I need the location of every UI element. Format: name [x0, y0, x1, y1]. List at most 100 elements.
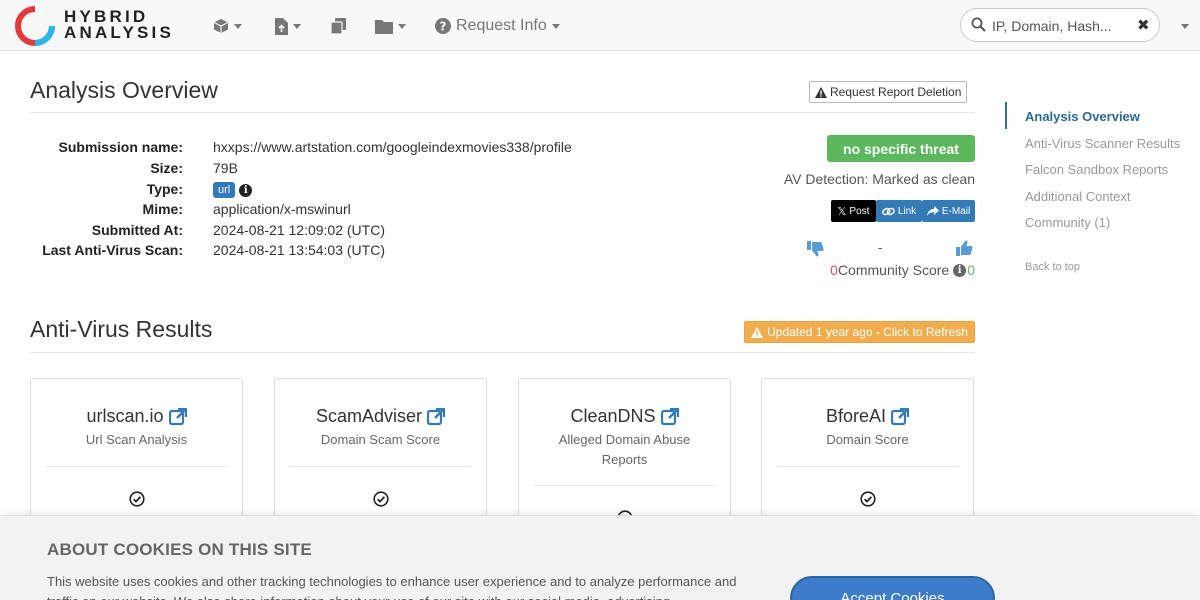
- detail-label: Submission name:: [58, 139, 183, 155]
- chevron-down-icon: [398, 23, 406, 29]
- navbar: HYBRID ANALYSIS ? Request Info ✖: [0, 0, 1200, 51]
- scanner-subtitle: Domain Scam Score: [320, 432, 441, 447]
- size-value: 79B: [213, 160, 238, 176]
- request-info-label: Request Info: [456, 17, 547, 34]
- chevron-down-icon: [293, 23, 301, 29]
- submission-name-value: hxxps://www.artstation.com/googleindexmo…: [213, 139, 572, 155]
- logo-ring-icon: [15, 6, 55, 46]
- email-label: E-Mail: [941, 205, 971, 217]
- post-label: Post: [849, 205, 870, 217]
- folder-menu-button[interactable]: [375, 16, 406, 36]
- share-link-button[interactable]: Link: [876, 200, 922, 222]
- external-link-icon: [891, 407, 910, 425]
- request-info-menu[interactable]: ? Request Info: [435, 16, 560, 36]
- card-divider: [777, 466, 958, 467]
- share-email-button[interactable]: E-Mail: [922, 200, 975, 222]
- scanner-name: CleanDNS: [570, 406, 656, 426]
- detail-label: Last Anti-Virus Scan:: [42, 242, 183, 258]
- link-label: Link: [897, 205, 917, 217]
- community-score: 0 Community Score i 0: [830, 262, 975, 278]
- brand-name: HYBRID ANALYSIS: [64, 7, 174, 42]
- chevron-down-icon[interactable]: [1181, 24, 1189, 29]
- sidebar-item-analysis-overview[interactable]: Analysis Overview: [1025, 109, 1140, 124]
- card-divider: [46, 466, 227, 467]
- info-icon[interactable]: i: [239, 183, 253, 197]
- last-scan-value: 2024-08-21 13:54:03 (UTC): [213, 242, 385, 258]
- sidebar-item-antivirus-results[interactable]: Anti-Virus Scanner Results: [1025, 136, 1180, 151]
- sidebar-item-falcon-sandbox[interactable]: Falcon Sandbox Reports: [1025, 162, 1168, 177]
- sidebar-item-community[interactable]: Community (1): [1025, 215, 1110, 230]
- sidebar-item-additional-context[interactable]: Additional Context: [1025, 189, 1131, 204]
- link-icon: [881, 207, 895, 215]
- cube-icon: [213, 19, 229, 33]
- external-link-icon: [168, 407, 187, 425]
- search-box: ✖: [960, 8, 1160, 42]
- folder-icon: [375, 19, 393, 34]
- external-link-icon: [660, 407, 679, 425]
- scanner-name: ScamAdviser: [315, 406, 423, 426]
- scanner-subtitle: Alleged Domain Abuse Reports: [558, 432, 691, 467]
- check-circle-icon: [128, 491, 145, 507]
- external-link-icon: [427, 407, 446, 425]
- refresh-results-button[interactable]: Updated 1 year ago - Click to Refresh: [744, 321, 975, 343]
- copy-icon: [331, 18, 346, 34]
- x-logo-icon: 𝕏: [837, 205, 847, 218]
- request-deletion-label: Request Report Deletion: [830, 85, 962, 99]
- detail-label: Submitted At:: [91, 222, 183, 238]
- scanner-name: BforeAI: [825, 406, 887, 426]
- search-input[interactable]: [992, 16, 1132, 36]
- request-deletion-button[interactable]: Request Report Deletion: [809, 81, 968, 103]
- section-divider: [30, 352, 975, 353]
- scanner-title[interactable]: urlscan.io: [31, 406, 242, 427]
- refresh-label: Updated 1 year ago - Click to Refresh: [767, 325, 968, 339]
- submitted-at-value: 2024-08-21 12:09:02 (UTC): [213, 222, 385, 238]
- brand-logo[interactable]: HYBRID ANALYSIS: [14, 4, 184, 48]
- card-divider: [290, 466, 471, 467]
- accept-cookies-button[interactable]: Accept Cookies: [790, 576, 995, 600]
- check-circle-icon: [859, 491, 876, 507]
- clear-search-icon[interactable]: ✖: [1137, 16, 1150, 34]
- antivirus-results-title: Anti-Virus Results: [30, 316, 213, 342]
- mime-value: application/x-mswinurl: [213, 201, 351, 217]
- scanner-subtitle: Domain Score: [826, 432, 909, 447]
- question-circle-icon: ?: [435, 18, 451, 34]
- vote-separator: -: [878, 240, 883, 255]
- av-detection-text: AV Detection: Marked as clean: [783, 171, 975, 187]
- chevron-down-icon: [234, 23, 242, 29]
- scanner-name: urlscan.io: [86, 406, 164, 426]
- downvote-count: 0: [830, 262, 838, 278]
- sidebar-active-indicator: [1005, 102, 1007, 129]
- file-menu-button[interactable]: [275, 16, 301, 36]
- section-divider: [30, 112, 975, 113]
- info-icon[interactable]: i: [953, 263, 967, 277]
- check-circle-icon: [372, 491, 389, 507]
- detail-label: Type:: [146, 181, 183, 197]
- post-to-x-button[interactable]: 𝕏 Post: [831, 200, 876, 222]
- card-divider: [534, 485, 715, 486]
- file-upload-icon: [275, 17, 288, 35]
- type-badge: url: [213, 182, 236, 199]
- back-to-top-link[interactable]: Back to top: [1025, 261, 1080, 273]
- detail-label: Mime:: [142, 201, 183, 217]
- cookie-banner: ABOUT COOKIES ON THIS SITE This website …: [0, 515, 1200, 600]
- scanner-title[interactable]: CleanDNS: [519, 406, 730, 427]
- thumbs-up-icon[interactable]: [956, 240, 973, 256]
- search-icon: [971, 17, 986, 32]
- threat-verdict-badge: no specific threat: [827, 135, 975, 162]
- cookie-banner-text: This website uses cookies and other trac…: [47, 574, 737, 600]
- scanner-title[interactable]: ScamAdviser: [275, 406, 486, 427]
- scanner-title[interactable]: BforeAI: [762, 406, 973, 427]
- cookie-banner-title: ABOUT COOKIES ON THIS SITE: [47, 540, 312, 559]
- analysis-overview-title: Analysis Overview: [30, 77, 218, 103]
- cube-menu-button[interactable]: [213, 16, 242, 36]
- chevron-down-icon: [551, 23, 560, 29]
- detail-label: Size:: [150, 160, 183, 176]
- thumbs-down-icon[interactable]: [807, 241, 824, 257]
- copy-button[interactable]: [331, 16, 346, 36]
- upvote-count: 0: [967, 262, 975, 278]
- svg-text:?: ?: [440, 20, 447, 34]
- scanner-subtitle: Url Scan Analysis: [85, 432, 188, 447]
- type-value: url i: [213, 181, 253, 199]
- community-score-label: Community Score: [837, 262, 950, 278]
- warning-icon: [815, 86, 827, 98]
